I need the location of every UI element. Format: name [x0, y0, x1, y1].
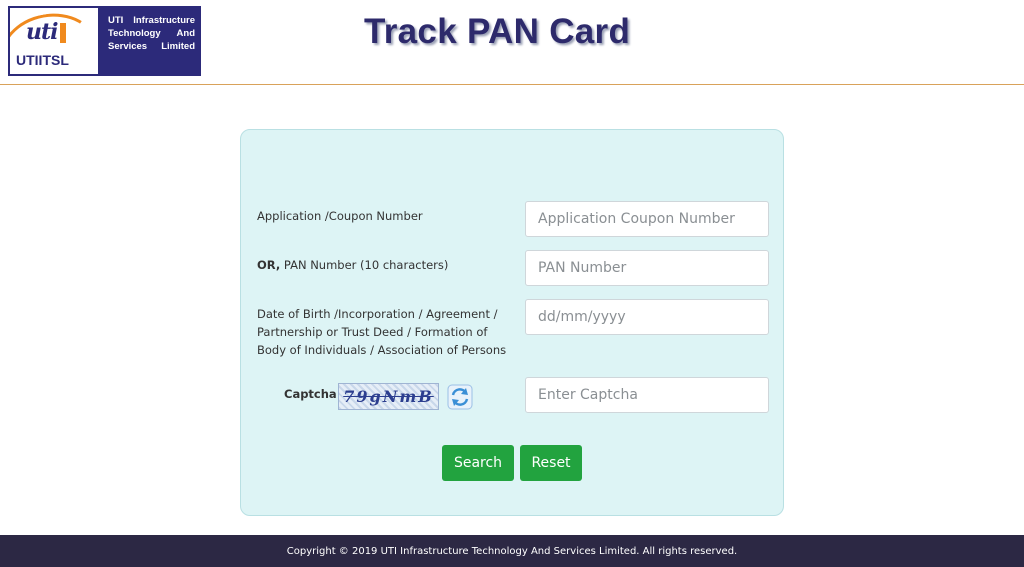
application-number-label: Application /Coupon Number	[257, 209, 423, 223]
logo-org-name: UTI Infrastructure Technology And Services…	[108, 15, 195, 52]
utiitsl-logo[interactable]: uti UTIITSL UTI Infrastructure Technology…	[8, 6, 201, 76]
page-footer: Copyright © 2019 UTI Infrastructure Tech…	[0, 535, 1024, 567]
application-number-input[interactable]	[525, 201, 769, 237]
page-title: Track PAN Card	[364, 12, 631, 51]
pan-number-label: OR, PAN Number (10 characters)	[257, 258, 449, 272]
track-pan-form: Application /Coupon Number OR, PAN Numbe…	[240, 129, 784, 516]
search-button[interactable]: Search	[442, 445, 514, 481]
logo-emblem: uti UTIITSL	[8, 6, 100, 76]
logo-mark: uti	[26, 19, 65, 45]
captcha-image: 79gNmB	[338, 383, 439, 410]
logo-brand: UTIITSL	[16, 52, 69, 68]
copyright-text: Copyright © 2019 UTI Infrastructure Tech…	[286, 545, 738, 557]
reset-button[interactable]: Reset	[520, 445, 582, 481]
captcha-input[interactable]	[525, 377, 769, 413]
date-of-birth-label: Date of Birth /Incorporation / Agreement…	[257, 307, 507, 357]
refresh-captcha-icon[interactable]	[447, 384, 473, 410]
page-header: uti UTIITSL UTI Infrastructure Technology…	[0, 0, 1024, 85]
captcha-label: Captcha	[284, 387, 337, 401]
pan-number-input[interactable]	[525, 250, 769, 286]
date-of-birth-input[interactable]	[525, 299, 769, 335]
